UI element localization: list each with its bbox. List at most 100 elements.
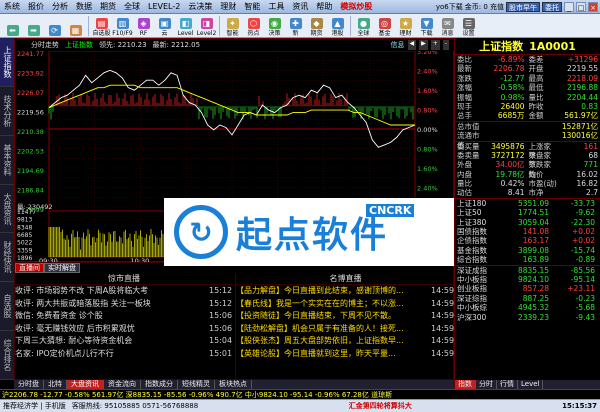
news-headline[interactable]: 【陆劲松解盘】机会只属于有准备的人！接死... — [236, 323, 431, 336]
scrolling-headline[interactable]: 汇金第四轮将算抖大 — [349, 401, 412, 411]
menu-item-11[interactable]: 资讯 — [288, 0, 312, 14]
chart-next-icon[interactable]: ▶ — [419, 40, 428, 50]
menu-item-3[interactable]: 数据 — [72, 0, 96, 14]
toolbar-button-13[interactable]: ✚ 新 — [285, 15, 306, 37]
switch-button[interactable]: 股市早午 — [506, 1, 540, 12]
quote-tab-2[interactable]: 行情 — [497, 380, 518, 389]
trade-button[interactable]: 委托 — [542, 1, 562, 12]
toolbar-button-18[interactable]: ★ 理财 — [395, 15, 416, 37]
minimize-icon[interactable]: _ — [564, 1, 574, 12]
menu-item-2[interactable]: 分析 — [48, 0, 72, 14]
toolbar-button-7[interactable]: ▣ 云 — [154, 15, 175, 37]
chart-minus-icon[interactable]: - — [442, 40, 449, 50]
news-row[interactable]: 下周三大猜想: 耐心等待资金机会 15:04 — [15, 335, 233, 348]
index-name[interactable]: 深证成指 — [457, 266, 505, 275]
toolbar-button-21[interactable]: ☰ 设置 — [458, 15, 479, 37]
bottom-tab-2[interactable]: 大盘资讯 — [67, 380, 104, 389]
news-headline[interactable]: 【品力解盘】今日直播到此结束，感谢顶博的... — [236, 285, 431, 298]
index-name[interactable]: 国债指数 — [457, 227, 505, 236]
chart-plus-icon[interactable]: + — [430, 40, 440, 50]
index-row[interactable]: 综合指数 163.89 -0.89 — [455, 255, 600, 264]
side-tab-3[interactable]: 大盘资讯 — [0, 185, 14, 234]
toolbar-button-10[interactable]: ✦ 智能 — [222, 15, 243, 37]
toolbar-button-8[interactable]: ◧ Level — [175, 15, 196, 37]
bottom-tab-0[interactable]: 分时盘 — [14, 380, 44, 389]
index-row[interactable]: 国债指数 141.08 +0.02 — [455, 227, 600, 236]
menu-item-6[interactable]: LEVEL-2 — [144, 0, 184, 14]
news-headline[interactable]: 名家: IPO定价机点儿行不行 — [15, 348, 209, 361]
toolbar-button-15[interactable]: ▲ 港股 — [327, 15, 348, 37]
index-row[interactable]: 中小板指 9824.10 -95.14 — [455, 275, 600, 284]
news-headline[interactable]: 下周三大猜想: 耐心等待资金机会 — [15, 335, 209, 348]
index-row[interactable]: 上证180 5351.09 -33.73 — [455, 199, 600, 208]
index-name[interactable]: 上证380 — [457, 218, 505, 227]
news-headline[interactable]: 【英雄论股】今日直播就到这里，昨天平量... — [236, 348, 431, 361]
index-name[interactable]: 企债指数 — [457, 236, 505, 245]
quote-tab-1[interactable]: 分时 — [476, 380, 497, 389]
index-row[interactable]: 上证50 1774.51 -9.62 — [455, 208, 600, 217]
news-headline[interactable]: 【春氏线】我是一个实实在在的博主；不以涨... — [236, 298, 431, 311]
bottom-tab-3[interactable]: 资金流向 — [104, 380, 141, 389]
bottom-tab-1[interactable]: 北特 — [44, 380, 67, 389]
toolbar-button-11[interactable]: ⬡ 热点 — [243, 15, 264, 37]
maximize-icon[interactable]: □ — [576, 1, 586, 12]
bottom-tab-6[interactable]: 板块热点 — [215, 380, 252, 389]
index-row[interactable]: 深证综指 887.25 -0.23 — [455, 294, 600, 303]
toolbar-button-9[interactable]: ◨ Level2 — [196, 15, 217, 37]
news-headline[interactable]: 【投资随徒】今日直播结束，下周不见不散。 — [236, 310, 431, 323]
news-row[interactable]: 名家: IPO定价机点儿行不行 15:01 — [15, 348, 233, 361]
menu-item-5[interactable]: 全球 — [120, 0, 144, 14]
index-row[interactable]: 基金指数 3899.08 -15.74 — [455, 246, 600, 255]
toolbar-button-4[interactable]: ▤ 自选股 — [91, 15, 112, 37]
news-row[interactable]: 【品力解盘】今日直播到此结束，感谢顶博的... 14:59 — [236, 285, 455, 298]
side-tab-6[interactable]: 综合排名 — [0, 331, 14, 381]
toolbar-button-20[interactable]: ✉ 消息 — [437, 15, 458, 37]
toolbar-button-12[interactable]: ◉ 决策 — [264, 15, 285, 37]
index-name[interactable]: 深证综指 — [457, 294, 505, 303]
toolbar-button-1[interactable]: ➡ — [23, 15, 44, 37]
menu-item-7[interactable]: 云决策 — [184, 0, 216, 14]
close-icon[interactable]: × — [588, 1, 598, 12]
bottom-tab-4[interactable]: 指数成分 — [141, 380, 178, 389]
index-name[interactable]: 创业板指 — [457, 284, 505, 293]
index-name[interactable]: 综合指数 — [457, 255, 505, 264]
menu-item-0[interactable]: 系统 — [0, 0, 24, 14]
menu-item-9[interactable]: 智能 — [240, 0, 264, 14]
news-row[interactable]: 微信: 免费看资金 诊个股 15:06 — [15, 310, 233, 323]
quote-tab-3[interactable]: Level — [518, 380, 544, 389]
menu-item-8[interactable]: 理财 — [216, 0, 240, 14]
index-row[interactable]: 上证380 3059.04 -22.30 — [455, 218, 600, 227]
toolbar-button-16[interactable]: ● 全球 — [353, 15, 374, 37]
index-row[interactable]: 企债指数 163.17 +0.02 — [455, 236, 600, 245]
news-row[interactable]: 【投资随徒】今日直播结束，下周不见不散。 14:59 — [236, 310, 455, 323]
index-row[interactable]: 深证成指 8835.15 -85.56 — [455, 266, 600, 275]
index-name[interactable]: 中小板综 — [457, 303, 505, 312]
news-headline[interactable]: 收评: 毫无赚钱效应 后市积累观忧 — [15, 323, 209, 336]
toolbar-button-3[interactable]: ▦ — [65, 15, 86, 37]
chart-prev-icon[interactable]: ◀ — [407, 40, 417, 50]
menu-item-10[interactable]: 工具 — [264, 0, 288, 14]
index-name[interactable]: 上证50 — [457, 208, 505, 217]
news-headline[interactable]: 收评: 市场弱势不改 下周A股将临大考 — [15, 285, 209, 298]
index-row[interactable]: 沪深300 2339.23 -9.43 — [455, 313, 600, 322]
menu-item-12[interactable]: 帮助 — [312, 0, 336, 14]
index-row[interactable]: 创业板指 857.28 +23.11 — [455, 284, 600, 293]
menu-item-1[interactable]: 报价 — [24, 0, 48, 14]
toolbar-button-14[interactable]: ◆ 期货 — [306, 15, 327, 37]
toolbar-button-5[interactable]: ▥ F10/F9 — [112, 15, 133, 37]
toolbar-button-2[interactable]: ⟳ — [44, 15, 65, 37]
info-link[interactable]: 信息 — [391, 40, 405, 50]
side-tab-1[interactable]: 技术分析 — [0, 87, 14, 136]
toolbar-button-17[interactable]: ◎ 基金 — [374, 15, 395, 37]
news-row[interactable]: 收评: 两大共振或暗落股指 关注一板块 15:12 — [15, 298, 233, 311]
gold-balance[interactable]: 金币: 0 充值 — [465, 2, 504, 12]
toolbar-button-0[interactable]: ⬅ — [2, 15, 23, 37]
side-tab-4[interactable]: 财经快讯 — [0, 233, 14, 283]
news-tab-1[interactable]: 实时解盘 — [44, 263, 80, 273]
side-tab-2[interactable]: 基本资料 — [0, 136, 14, 185]
index-row[interactable]: 中小板综 4945.32 -5.68 — [455, 303, 600, 312]
news-row[interactable]: 【陆劲松解盘】机会只属于有准备的人！接死... 14:59 — [236, 323, 455, 336]
news-headline[interactable]: 收评: 两大共振或暗落股指 关注一板块 — [15, 298, 209, 311]
side-tab-0[interactable]: 上证指数 — [0, 38, 14, 87]
promo-link[interactable]: 推荐经济学 | 手机版 — [3, 401, 66, 411]
